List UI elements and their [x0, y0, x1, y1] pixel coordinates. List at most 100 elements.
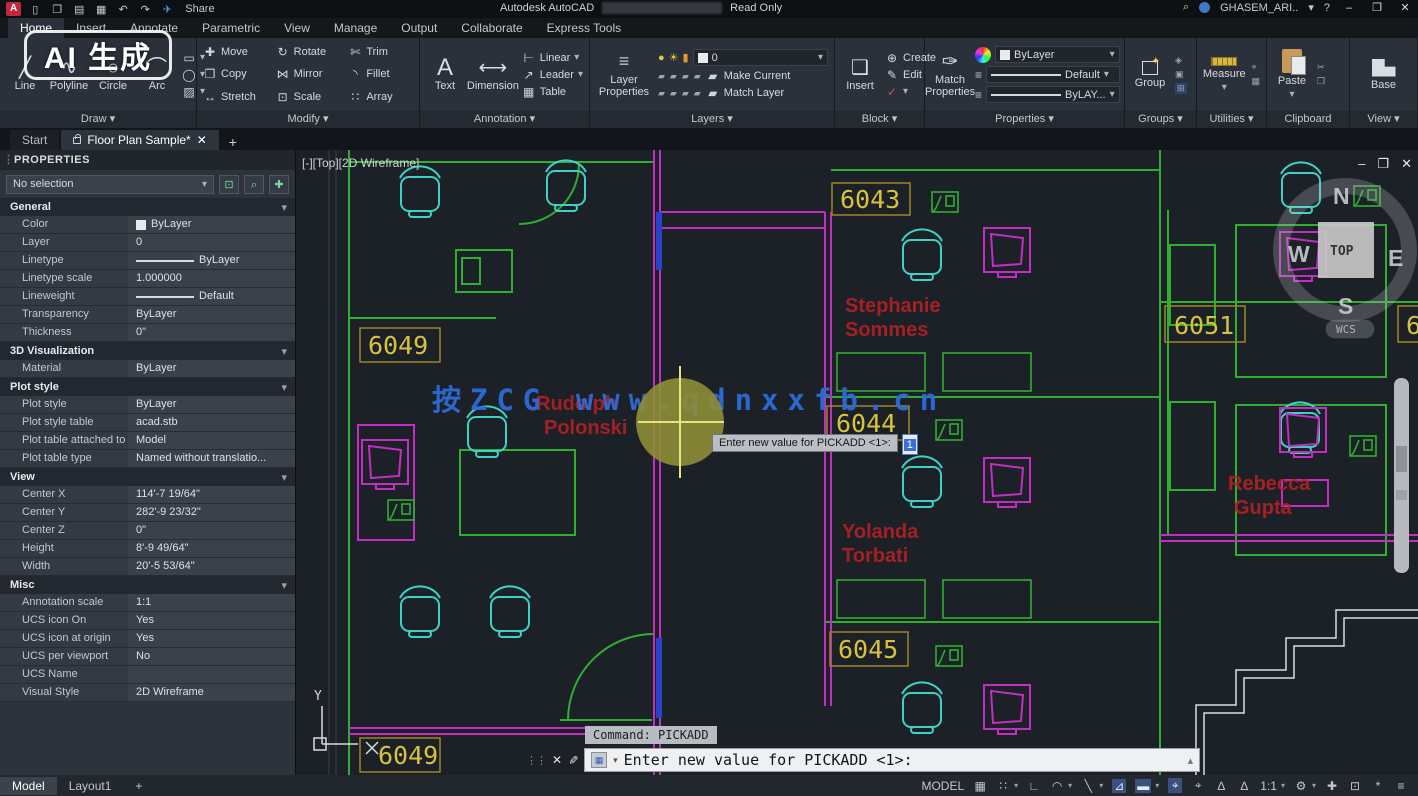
- command-close-icon[interactable]: ✕: [552, 753, 562, 767]
- tab-manage[interactable]: Manage: [322, 18, 389, 38]
- mirror-button[interactable]: ⋈Mirror: [276, 67, 341, 81]
- save-icon[interactable]: ▤: [71, 3, 87, 16]
- layer-properties-button[interactable]: ≡ Layer Properties: [596, 51, 652, 98]
- prop-row[interactable]: LinetypeByLayer: [0, 252, 295, 270]
- canvas-scrollbar[interactable]: [1394, 378, 1409, 573]
- viewcube-south[interactable]: S: [1338, 293, 1353, 319]
- layer-unisolate-icon[interactable]: ▰: [670, 71, 677, 82]
- layer-unlock-icon[interactable]: ▰: [670, 88, 677, 99]
- prop-row[interactable]: Annotation scale1:1: [0, 594, 295, 612]
- id-point-icon[interactable]: ⌖: [1251, 62, 1260, 73]
- help-icon[interactable]: ?: [1324, 2, 1330, 14]
- layer-lock-icon[interactable]: ▮: [683, 51, 689, 64]
- object-snap-3d-icon[interactable]: ⌖: [1191, 778, 1205, 793]
- prop-row[interactable]: Plot style tableacad.stb: [0, 414, 295, 432]
- section-misc[interactable]: Misc▾: [0, 576, 295, 594]
- linear-button[interactable]: ⊢Linear ▾: [522, 51, 583, 65]
- panel-label-utilities[interactable]: Utilities ▾: [1197, 111, 1266, 128]
- measure-button[interactable]: Measure ▾: [1203, 57, 1245, 93]
- panel-label-groups[interactable]: Groups ▾: [1125, 111, 1196, 128]
- match-layer-button[interactable]: ▰Match Layer: [706, 86, 785, 100]
- wcs-label[interactable]: WCS: [1336, 323, 1356, 336]
- prop-row[interactable]: LineweightDefault: [0, 288, 295, 306]
- lineweight-display-icon[interactable]: ▬: [1135, 779, 1151, 793]
- prop-row[interactable]: UCS icon at originYes: [0, 630, 295, 648]
- panel-label-annotation[interactable]: Annotation ▾: [420, 111, 589, 128]
- prop-row[interactable]: MaterialByLayer: [0, 360, 295, 378]
- hardware-graphics-icon[interactable]: *: [1371, 779, 1385, 793]
- prop-row[interactable]: Plot table attached toModel: [0, 432, 295, 450]
- tab-view[interactable]: View: [272, 18, 322, 38]
- tab-collaborate[interactable]: Collaborate: [449, 18, 534, 38]
- section-view[interactable]: View▾: [0, 468, 295, 486]
- quick-calc-icon[interactable]: ▦: [1251, 76, 1260, 87]
- workspace-gear-icon[interactable]: ⚙: [1294, 779, 1308, 793]
- object-snap-icon[interactable]: ⌖: [1168, 778, 1182, 793]
- selection-dropdown[interactable]: No selection ▾: [6, 175, 214, 194]
- group-selection-icon[interactable]: ⊞: [1175, 83, 1187, 94]
- prop-row[interactable]: UCS icon OnYes: [0, 612, 295, 630]
- layer-thaw-icon[interactable]: ☀: [669, 51, 679, 64]
- viewcube[interactable]: TOP N W E S WCS: [1281, 183, 1409, 338]
- avatar[interactable]: [1199, 2, 1210, 13]
- file-tab-start[interactable]: Start: [10, 130, 59, 150]
- prop-row[interactable]: Linetype scale1.000000: [0, 270, 295, 288]
- panel-label-view[interactable]: View ▾: [1350, 111, 1417, 128]
- section-general[interactable]: General▾: [0, 198, 295, 216]
- object-color-dropdown[interactable]: ByLayer ▾: [995, 46, 1120, 63]
- command-wrench-icon[interactable]: ✎: [566, 755, 580, 765]
- command-icon[interactable]: ▦: [591, 752, 607, 768]
- layer-select-dropdown[interactable]: 0 ▾: [693, 49, 828, 66]
- command-prompt-text[interactable]: Enter new value for PICKADD <1>:: [624, 751, 1182, 769]
- lineweight-dropdown[interactable]: Default ▾: [986, 66, 1120, 83]
- drawing-minimize-button[interactable]: –: [1358, 156, 1365, 172]
- close-button[interactable]: ✕: [1396, 1, 1414, 14]
- select-objects-button[interactable]: ⌕: [244, 175, 264, 194]
- copy-clip-icon[interactable]: ❒: [1317, 76, 1325, 87]
- tab-express-tools[interactable]: Express Tools: [535, 18, 633, 38]
- paste-button[interactable]: Paste ▾: [1273, 49, 1311, 100]
- drawing-close-button[interactable]: ✕: [1401, 156, 1412, 172]
- viewcube-east[interactable]: E: [1388, 245, 1403, 271]
- prop-row[interactable]: UCS Name: [0, 666, 295, 684]
- search-icon[interactable]: ⌕: [1183, 1, 1189, 14]
- autocad-logo[interactable]: A: [6, 2, 21, 16]
- group-edit-icon[interactable]: ▣: [1175, 69, 1187, 80]
- prop-row[interactable]: TransparencyByLayer: [0, 306, 295, 324]
- isolate-objects-icon[interactable]: ⊡: [1348, 779, 1362, 793]
- prop-row[interactable]: Layer0: [0, 234, 295, 252]
- table-button[interactable]: ▦Table: [522, 85, 583, 99]
- palette-title[interactable]: PROPERTIES: [0, 150, 295, 170]
- file-tab-floor-plan[interactable]: Floor Plan Sample* ✕: [61, 130, 218, 150]
- new-file-icon[interactable]: ▯: [27, 3, 43, 16]
- group-button[interactable]: ✦ Group: [1131, 61, 1169, 89]
- prop-row[interactable]: Visual Style2D Wireframe: [0, 684, 295, 702]
- new-layout-button[interactable]: +: [123, 777, 154, 795]
- command-grip[interactable]: ⋮⋮: [526, 754, 546, 767]
- grid-toggle-icon[interactable]: ▦: [973, 779, 987, 793]
- redo-icon[interactable]: ↷: [137, 3, 153, 16]
- panel-label-clipboard[interactable]: Clipboard: [1267, 111, 1349, 128]
- prop-row[interactable]: Center X114'-7 19/64": [0, 486, 295, 504]
- command-input-bar[interactable]: ▦ ▾ Enter new value for PICKADD <1>: ▴: [584, 748, 1200, 772]
- scale-button[interactable]: ⊡Scale: [276, 90, 341, 104]
- rotate-button[interactable]: ↻Rotate: [276, 45, 341, 59]
- make-current-button[interactable]: ▰Make Current: [706, 69, 791, 83]
- base-button[interactable]: Base: [1365, 59, 1403, 91]
- crosshair-plus-icon[interactable]: ✚: [1325, 779, 1339, 793]
- minimize-button[interactable]: –: [1340, 2, 1358, 14]
- close-tab-icon[interactable]: ✕: [197, 133, 207, 147]
- command-expand-icon[interactable]: ▴: [1188, 754, 1194, 767]
- snap-toggle-icon[interactable]: ∷: [996, 779, 1010, 793]
- fillet-button[interactable]: ◝Fillet: [348, 67, 413, 81]
- cut-icon[interactable]: ✂: [1317, 62, 1325, 73]
- match-properties-button[interactable]: ✑ Match Properties: [931, 52, 969, 98]
- prop-row[interactable]: Plot styleByLayer: [0, 396, 295, 414]
- panel-label-block[interactable]: Block ▾: [835, 111, 924, 128]
- layer-merge-icon[interactable]: ▰: [682, 88, 689, 99]
- open-file-icon[interactable]: ❐: [49, 3, 65, 16]
- trim-button[interactable]: ✄Trim: [348, 45, 413, 59]
- tab-output[interactable]: Output: [389, 18, 449, 38]
- prop-row[interactable]: UCS per viewportNo: [0, 648, 295, 666]
- isodraft-icon[interactable]: ╲: [1081, 779, 1095, 793]
